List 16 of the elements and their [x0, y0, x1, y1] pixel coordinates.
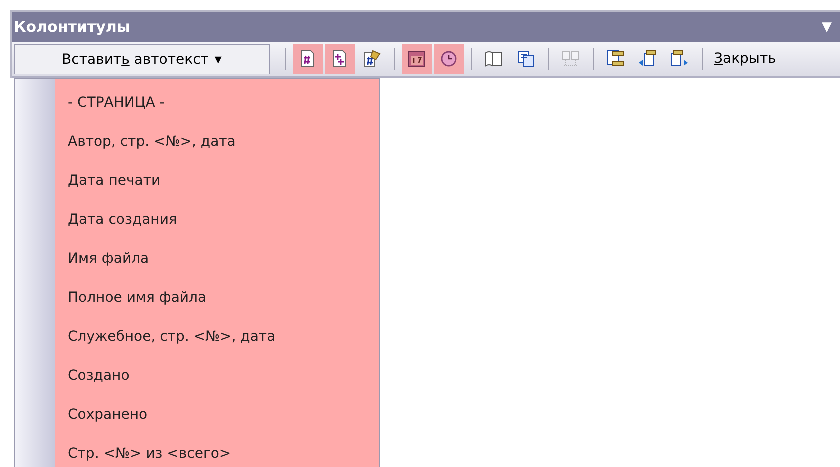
book-icon — [484, 49, 504, 69]
next-icon — [670, 49, 690, 69]
close-button[interactable]: Закрыть — [710, 51, 780, 67]
format-page-number-icon — [362, 49, 382, 69]
toolbar-button[interactable] — [402, 44, 432, 74]
menu-arrow[interactable]: ▼ — [822, 20, 832, 34]
calendar-icon — [407, 49, 427, 69]
pages-icon — [516, 49, 536, 69]
toolbar-button[interactable] — [325, 44, 355, 74]
clock-icon — [439, 49, 459, 69]
previous-icon — [638, 49, 658, 69]
insert-autotext-button[interactable]: Вставить автотекст ▾ — [14, 44, 270, 74]
toolbar-button[interactable] — [293, 44, 323, 74]
linked-pages-icon — [561, 49, 581, 69]
window-title: Колонтитулы — [14, 18, 130, 36]
header-footer-switch-icon — [606, 49, 626, 69]
